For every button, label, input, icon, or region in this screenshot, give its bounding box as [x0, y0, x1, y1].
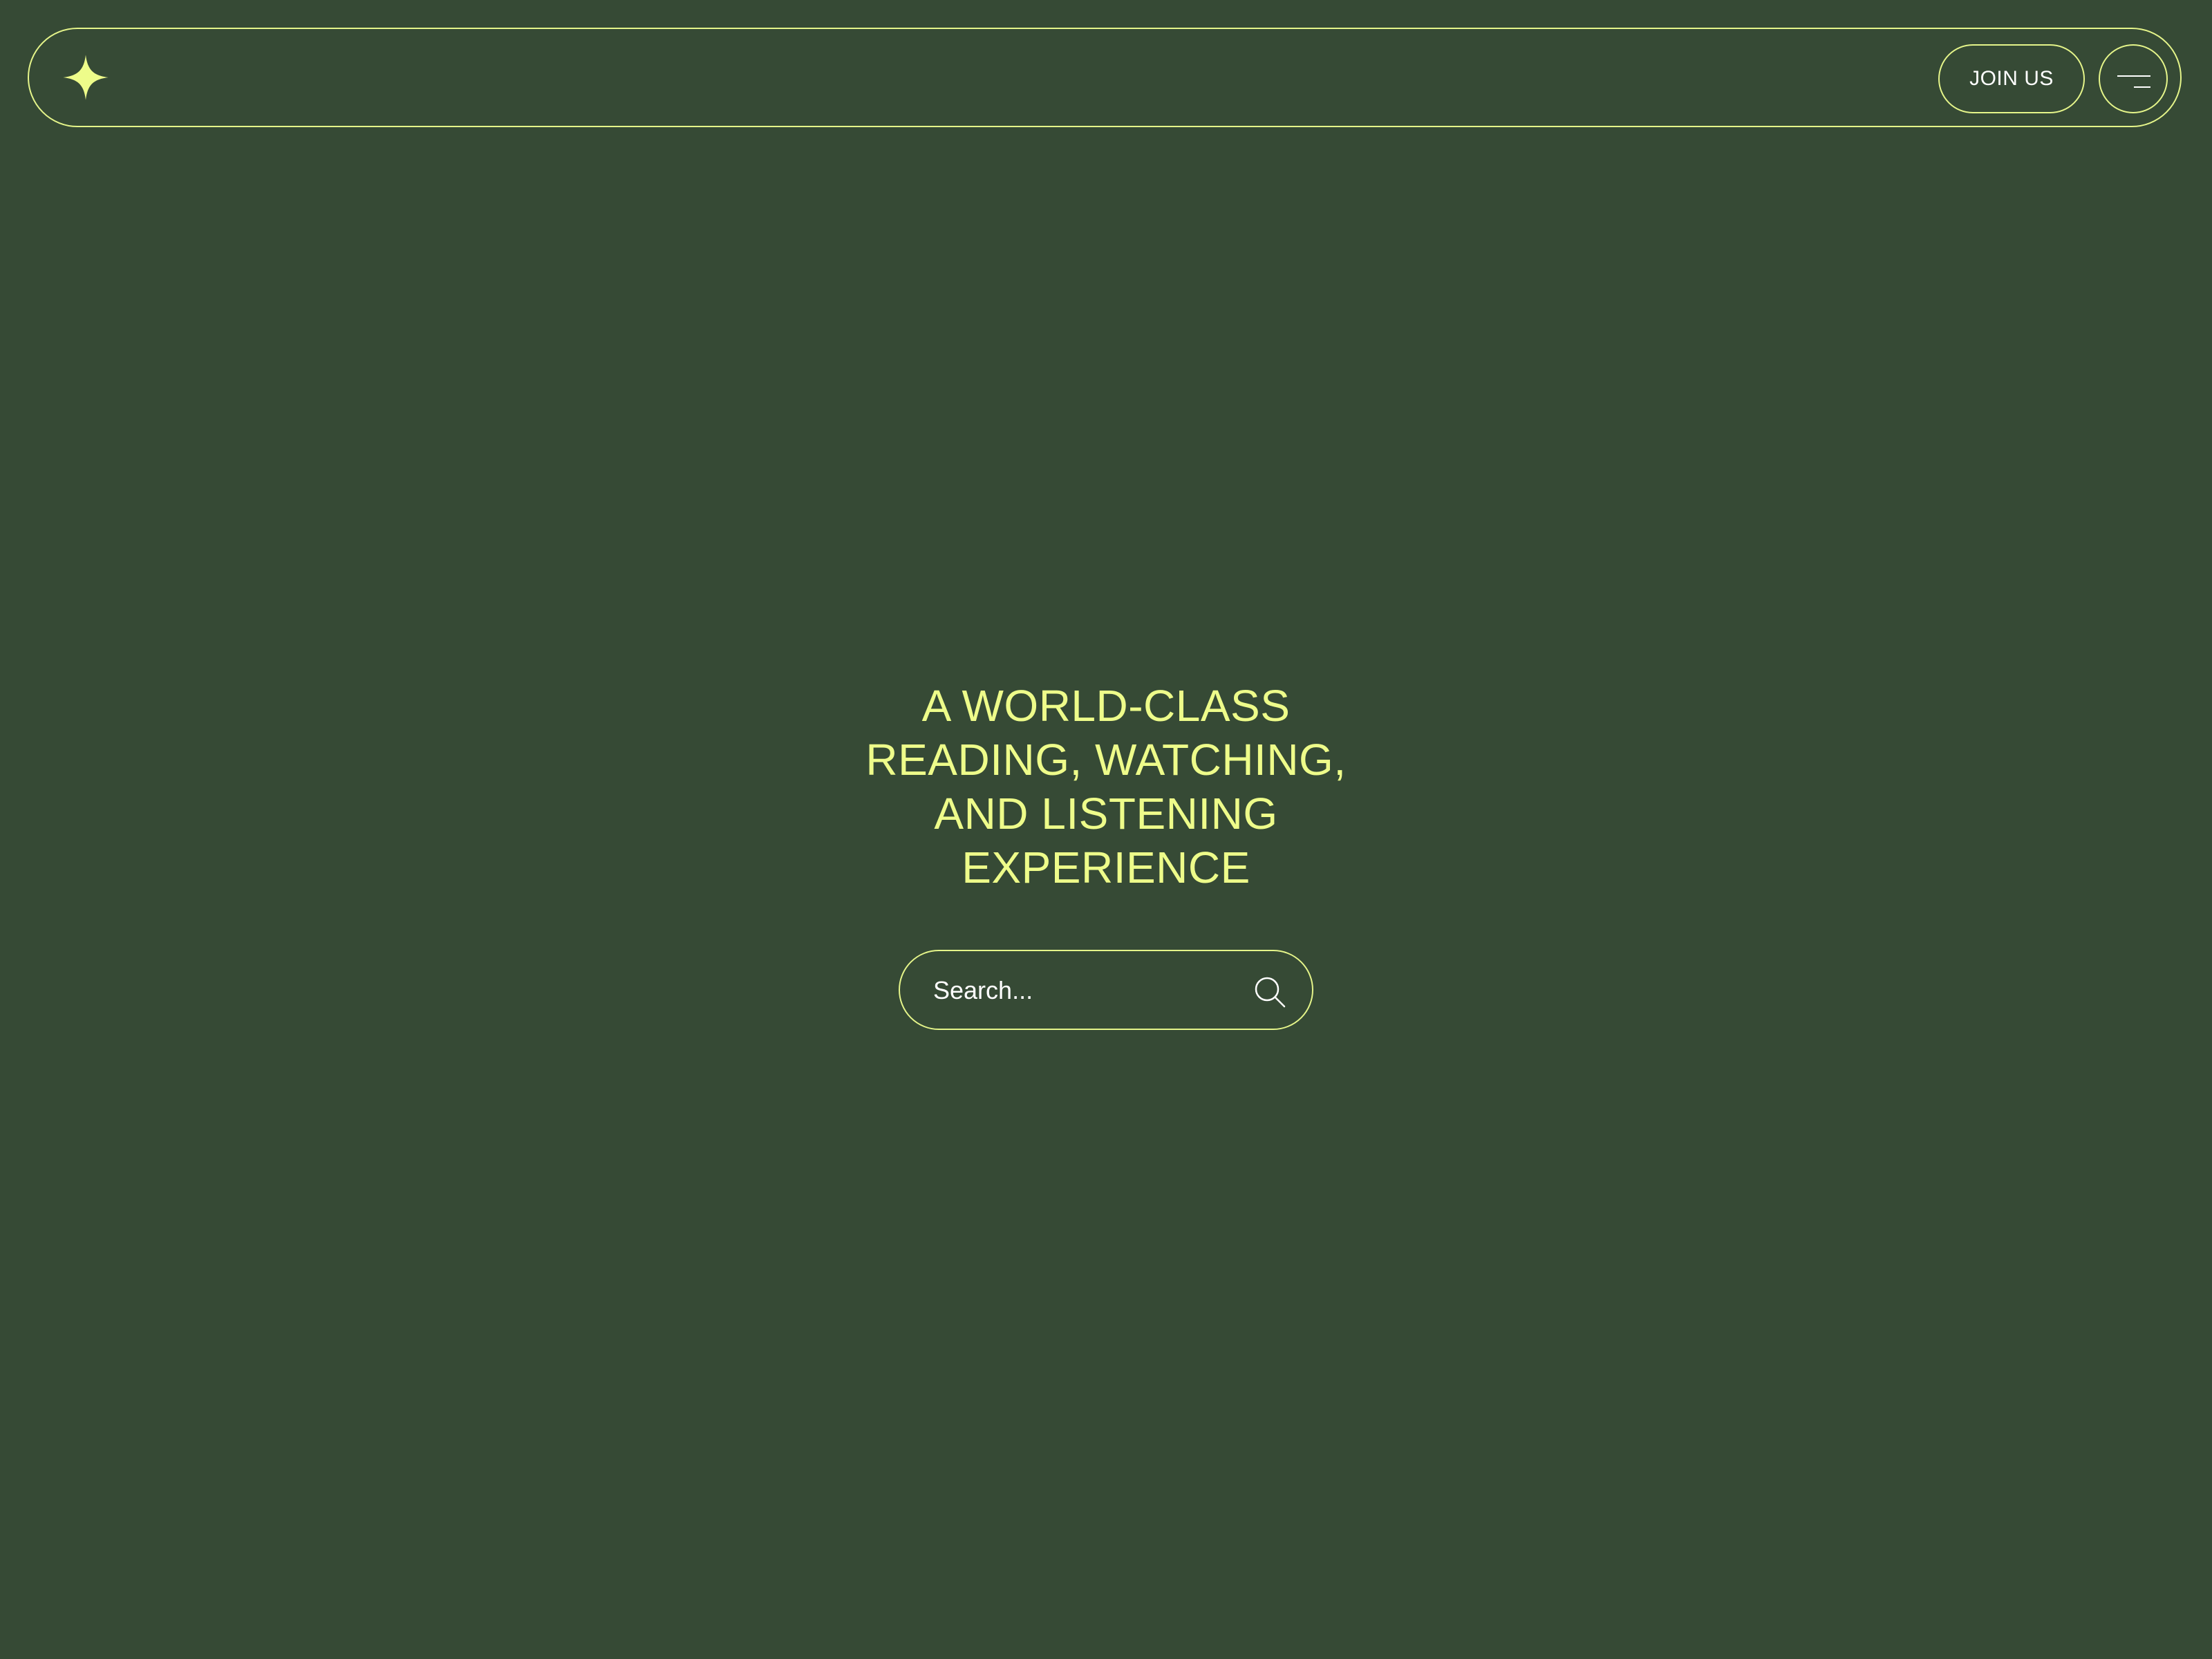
hamburger-menu-icon — [2117, 75, 2150, 77]
menu-button[interactable] — [2099, 44, 2168, 113]
search-input[interactable] — [933, 971, 1224, 1011]
search-bar — [899, 950, 1313, 1030]
hero-title: A WORLD-CLASS READING, WATCHING, AND LIS… — [865, 681, 1347, 892]
hamburger-menu-icon-line — [2134, 86, 2150, 88]
join-us-button[interactable]: JOIN US — [1938, 44, 2085, 113]
four-point-star-icon[interactable] — [62, 54, 109, 101]
header-bar: JOIN US — [28, 28, 2182, 127]
search-icon[interactable] — [1253, 975, 1287, 1009]
